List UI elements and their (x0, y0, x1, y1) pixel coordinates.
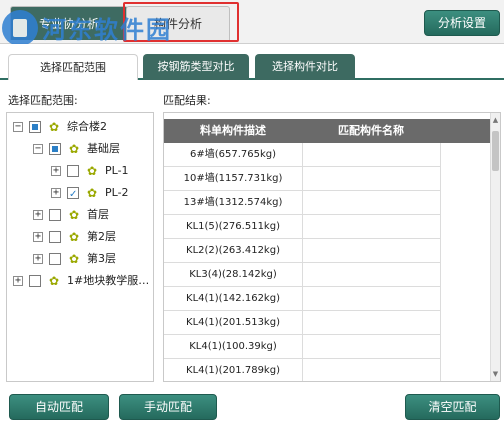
expand-icon[interactable]: + (51, 188, 61, 198)
tab-compare-by-rebar-type[interactable]: 按钢筋类型对比 (143, 54, 249, 80)
table-row[interactable]: KL4(1)(201.789kg) (164, 359, 440, 381)
tree-checkbox[interactable] (49, 231, 61, 243)
scroll-up-icon[interactable]: ▲ (491, 115, 500, 125)
tree-node-label: PL-2 (105, 186, 129, 199)
table-scrollbar[interactable]: ▲ ▼ (490, 113, 500, 381)
column-header-material-desc[interactable]: 料单构件描述 (164, 119, 302, 143)
gear-icon: ✿ (49, 274, 60, 288)
table-cell[interactable] (302, 239, 440, 262)
tree-checkbox-checked[interactable] (67, 185, 79, 205)
tree-node-label: 第2层 (87, 230, 116, 243)
tree-node-label: 基础层 (87, 142, 120, 155)
table-header: 料单构件描述 匹配构件名称 (164, 119, 490, 143)
table-cell[interactable] (302, 311, 440, 334)
tree-node-label: PL-1 (105, 164, 129, 177)
match-result-label: 匹配结果: (163, 94, 211, 107)
tab-professional-analysis[interactable]: 专业协分析 (10, 6, 128, 40)
tree-checkbox[interactable] (49, 209, 61, 221)
table-row[interactable]: KL2(2)(263.412kg) (164, 239, 440, 263)
table-cell: KL1(5)(276.511kg) (186, 221, 280, 232)
tree-node-label: 首层 (87, 208, 109, 221)
table-cell[interactable] (302, 167, 440, 190)
table-row[interactable]: KL1(5)(276.511kg) (164, 215, 440, 239)
sub-tab-strip: 选择匹配范围 按钢筋类型对比 选择构件对比 (0, 44, 504, 80)
expand-icon[interactable]: + (51, 166, 61, 176)
auto-match-button[interactable]: 自动匹配 (9, 394, 109, 420)
table-cell[interactable] (302, 143, 440, 166)
table-cell: 6#墙(657.765kg) (189, 149, 277, 160)
table-cell: KL4(1)(100.39kg) (189, 341, 277, 352)
gear-icon: ✿ (49, 120, 60, 134)
top-tab-strip: 专业协分析 构件分析 分析设置 (0, 0, 504, 44)
range-tree: − ✿ 综合楼2 − ✿ 基础层 + ✿ PL-1 + ✿ PL-2 + ✿ 首… (6, 112, 154, 382)
column-divider (440, 143, 441, 381)
scroll-down-icon[interactable]: ▼ (491, 369, 500, 379)
tree-node-label: 1#地块教学服… (67, 274, 150, 287)
selection-highlight (123, 2, 239, 42)
expand-icon[interactable]: + (33, 210, 43, 220)
table-cell: KL4(1)(142.162kg) (186, 293, 280, 304)
table-cell: KL2(2)(263.412kg) (186, 245, 280, 256)
tab-select-range[interactable]: 选择匹配范围 (8, 54, 138, 80)
table-row[interactable]: 10#墙(1157.731kg) (164, 167, 440, 191)
table-cell: KL4(1)(201.513kg) (186, 317, 280, 328)
gear-icon: ✿ (87, 186, 98, 200)
table-cell: 13#墙(1312.574kg) (183, 197, 283, 208)
table-cell[interactable] (302, 191, 440, 214)
tree-node-label: 第3层 (87, 252, 116, 265)
table-row[interactable]: 13#墙(1312.574kg) (164, 191, 440, 215)
table-row[interactable]: KL4(1)(100.39kg) (164, 335, 440, 359)
table-row[interactable]: 6#墙(657.765kg) (164, 143, 440, 167)
collapse-icon[interactable]: − (33, 144, 43, 154)
gear-icon: ✿ (87, 164, 98, 178)
column-header-matched-name[interactable]: 匹配构件名称 (302, 119, 440, 143)
tree-node-label: 综合楼2 (67, 120, 107, 133)
manual-match-button[interactable]: 手动匹配 (119, 394, 217, 420)
expand-icon[interactable]: + (13, 276, 23, 286)
gear-icon: ✿ (69, 252, 80, 266)
clear-match-button[interactable]: 清空匹配 (405, 394, 500, 420)
gear-icon: ✿ (69, 208, 80, 222)
table-cell[interactable] (302, 335, 440, 358)
gear-icon: ✿ (69, 142, 80, 156)
table-row[interactable]: KL4(1)(142.162kg) (164, 287, 440, 311)
table-row[interactable]: KL4(1)(201.513kg) (164, 311, 440, 335)
table-cell: 10#墙(1157.731kg) (183, 173, 283, 184)
scroll-thumb[interactable] (492, 131, 499, 171)
match-result-table: 料单构件描述 匹配构件名称 6#墙(657.765kg) 10#墙(1157.7… (163, 112, 501, 382)
table-cell[interactable] (302, 263, 440, 286)
table-cell[interactable] (302, 215, 440, 238)
tree-checkbox[interactable] (49, 143, 61, 155)
table-cell[interactable] (302, 287, 440, 310)
table-row[interactable]: KL3(4)(28.142kg) (164, 263, 440, 287)
collapse-icon[interactable]: − (13, 122, 23, 132)
gear-icon: ✿ (69, 230, 80, 244)
tree-checkbox[interactable] (67, 165, 79, 177)
tree-checkbox[interactable] (29, 275, 41, 287)
table-cell: KL4(1)(201.789kg) (186, 365, 280, 376)
select-range-label: 选择匹配范围: (8, 94, 78, 107)
analysis-settings-button[interactable]: 分析设置 (424, 10, 500, 36)
tree-checkbox[interactable] (29, 121, 41, 133)
table-cell: KL3(4)(28.142kg) (189, 269, 277, 280)
table-cell[interactable] (302, 359, 440, 381)
tree-checkbox[interactable] (49, 253, 61, 265)
tab-select-component-compare[interactable]: 选择构件对比 (255, 54, 355, 80)
expand-icon[interactable]: + (33, 254, 43, 264)
expand-icon[interactable]: + (33, 232, 43, 242)
